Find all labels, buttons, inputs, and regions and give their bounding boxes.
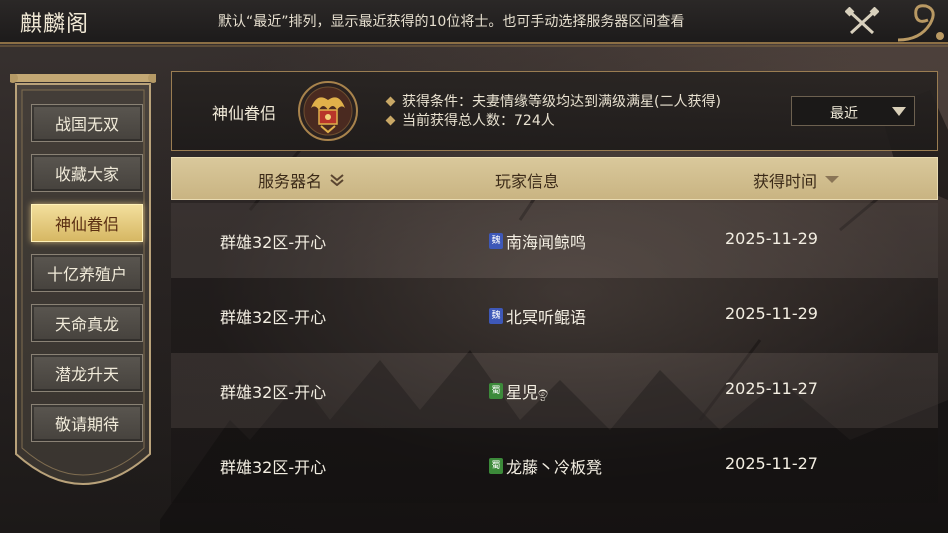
table-row: 群雄32区-开心 蜀 星児ඉ 2025-11-27 [171,353,938,428]
player-info-cell[interactable]: 蜀 星児ඉ [489,379,548,403]
sidebar-item-shoucang-dajia[interactable]: 收藏大家 [31,154,143,192]
player-info-cell[interactable]: 魏 北冥听鲲语 [489,304,586,328]
acquire-condition-text: 获得条件：夫妻情缘等级均达到满级满星(二人获得) [402,94,721,110]
sidebar-item-jingqing-qidai[interactable]: 敬请期待 [31,404,143,442]
player-name: 北冥听鲲语 [506,308,587,327]
column-header-label: 获得时间 [753,172,818,191]
faction-badge: 魏 [489,308,503,324]
server-name-cell: 群雄32区-开心 [220,308,327,327]
crossed-swords-icon [845,7,879,35]
column-header-time[interactable]: 获得时间 [753,168,840,192]
sidebar-item-label: 潜龙升天 [54,365,119,384]
faction-badge: 蜀 [489,458,503,474]
server-range-dropdown[interactable]: 最近 [791,96,915,126]
achievement-name: 神仙眷侣 [212,104,277,123]
sort-hint-text: 默认“最近”排列，显示最近获得的10位将士。也可手动选择服务器区间查看 [218,14,685,30]
table-row: 群雄32区-开心 魏 北冥听鲲语 2025-11-29 [171,278,938,353]
acquire-time-cell: 2025-11-27 [725,454,818,473]
server-name-cell: 群雄32区-开心 [220,233,327,252]
faction-badge: 蜀 [489,383,503,399]
player-name: 龙藤丶冷板凳 [506,458,603,477]
player-name: 南海闻鲸鸣 [506,233,587,252]
achievement-info-panel: 神仙眷侣 获得条件：夫妻情缘等级均达到满级满星(二人获得) 当前获得总人数：72… [171,71,938,151]
page-title: 麒麟阁 [20,12,90,37]
sidebar-item-label: 收藏大家 [54,165,119,184]
sidebar-item-shiyi-yangzhihu[interactable]: 十亿养殖户 [31,254,143,292]
sidebar-item-label: 十亿养殖户 [46,265,127,284]
lovers-emblem-icon [298,81,358,141]
diamond-bullet-icon [385,96,396,106]
acquire-time-cell: 2025-11-29 [725,229,818,248]
top-bar: 麒麟阁 默认“最近”排列，显示最近获得的10位将士。也可手动选择服务器区间查看 [0,0,948,47]
server-name-cell: 群雄32区-开心 [220,458,327,477]
column-header-label: 服务器名 [258,172,323,191]
sidebar-item-label: 战国无双 [54,115,119,134]
corner-ornament-icon [897,4,944,42]
sidebar-item-qianlong-shengtian[interactable]: 潜龙升天 [31,354,143,392]
acquire-time-cell: 2025-11-27 [725,379,818,398]
triangle-down-icon [892,107,906,116]
acquire-time-cell: 2025-11-29 [725,304,818,323]
sidebar-item-label: 天命真龙 [54,315,119,334]
sidebar-item-label: 神仙眷侣 [54,215,119,234]
table-row: 群雄32区-开心 蜀 龙藤丶冷板凳 2025-11-27 [171,428,938,503]
table-header: 服务器名 玩家信息 获得时间 [171,157,938,200]
sidebar-item-shenxian-juanlv[interactable]: 神仙眷侣 [31,204,143,242]
total-owners-text: 当前获得总人数：724人 [402,113,555,129]
column-header-player: 玩家信息 [495,168,559,192]
total-owners: 当前获得总人数：724人 [385,110,555,130]
dropdown-selected-value: 最近 [830,106,858,122]
sidebar-item-zhanguo-wushuang[interactable]: 战国无双 [31,104,143,142]
chevron-down-icon [330,174,344,186]
player-name: 星児ඉ [506,383,549,402]
column-header-label: 玩家信息 [495,172,560,191]
category-sidebar: 战国无双 收藏大家 神仙眷侣 十亿养殖户 天命真龙 潜龙升天 敬请期待 [10,74,156,504]
triangle-down-icon [825,176,840,183]
diamond-bullet-icon [385,115,396,125]
player-info-cell[interactable]: 蜀 龙藤丶冷板凳 [489,454,602,478]
acquire-condition: 获得条件：夫妻情缘等级均达到满级满星(二人获得) [385,91,721,111]
table-row: 群雄32区-开心 魏 南海闻鲸鸣 2025-11-29 [171,203,938,278]
faction-badge: 魏 [489,233,503,249]
server-name-cell: 群雄32区-开心 [220,383,327,402]
player-info-cell[interactable]: 魏 南海闻鲸鸣 [489,229,586,253]
sidebar-item-tianming-zhenlong[interactable]: 天命真龙 [31,304,143,342]
column-header-server[interactable]: 服务器名 [258,168,344,192]
sidebar-item-label: 敬请期待 [54,415,119,434]
close-button[interactable] [838,4,886,40]
